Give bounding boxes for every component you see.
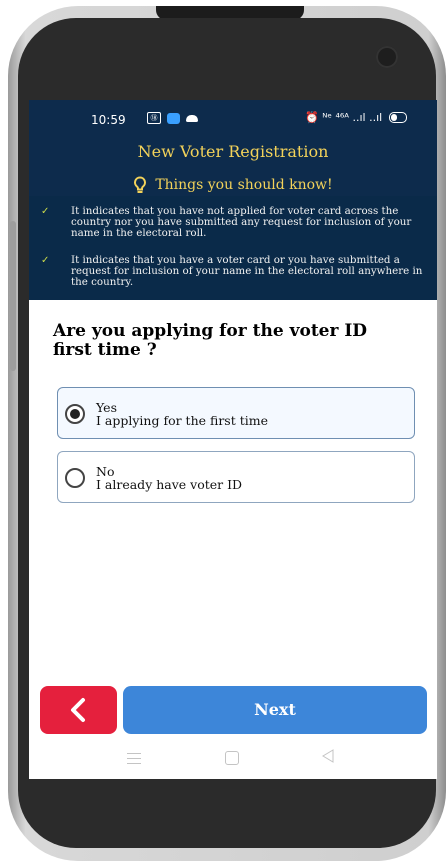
things-to-know-row: Things you should know! [29,176,437,194]
cloud-icon [186,114,198,122]
radio-button-unchecked[interactable] [65,468,85,488]
nav-back-icon[interactable] [322,749,334,763]
info-item-text: It indicates that you have not applied f… [71,205,412,239]
chevron-left-icon [71,698,85,722]
status-bar: 10:59 ⑱ ⏰ ᴺᵉ ⁴⁶ᴬ ..ıl ..ıl [29,100,437,138]
signal-icons: ⏰ ᴺᵉ ⁴⁶ᴬ ..ıl ..ıl [305,111,383,124]
option-yes[interactable]: Yes I applying for the first time [57,387,415,439]
back-button[interactable] [40,686,117,734]
app-header: New Voter Registration Things you should… [29,138,437,196]
status-icons-right: ⏰ ᴺᵉ ⁴⁶ᴬ ..ıl ..ıl [305,111,408,124]
option-no[interactable]: No I already have voter ID [57,451,415,503]
lightbulb-icon [134,176,147,193]
option-description: I already have voter ID [96,477,243,492]
option-description: I applying for the first time [96,413,268,428]
check-icon: ✓ [41,255,50,266]
things-to-know-label: Things you should know! [155,177,333,193]
info-panel: ✓ It indicates that you have not applied… [29,196,437,300]
android-nav-bar [29,738,437,779]
option-yes-text: Yes I applying for the first time [96,401,268,427]
status-time: 10:59 [91,113,126,127]
home-icon[interactable] [225,751,239,765]
info-item-text: It indicates that you have a voter card … [71,254,423,288]
radio-button-checked[interactable] [65,404,85,424]
app-notification-icon [167,112,180,124]
option-no-text: No I already have voter ID [96,465,242,491]
front-camera [376,46,398,68]
page-title: New Voter Registration [137,142,329,161]
battery-icon [389,112,408,123]
app-screen: 10:59 ⑱ ⏰ ᴺᵉ ⁴⁶ᴬ ..ıl ..ıl New Voter Reg… [29,100,437,779]
check-icon: ✓ [41,206,50,217]
next-button[interactable]: Next [123,686,427,734]
status-icons-left: ⑱ [147,112,198,124]
phone-side-button [10,221,16,371]
sim-icon: ⑱ [147,112,161,124]
recent-apps-icon[interactable] [127,753,141,768]
question-heading: Are you applying for the voter ID first … [53,321,368,360]
